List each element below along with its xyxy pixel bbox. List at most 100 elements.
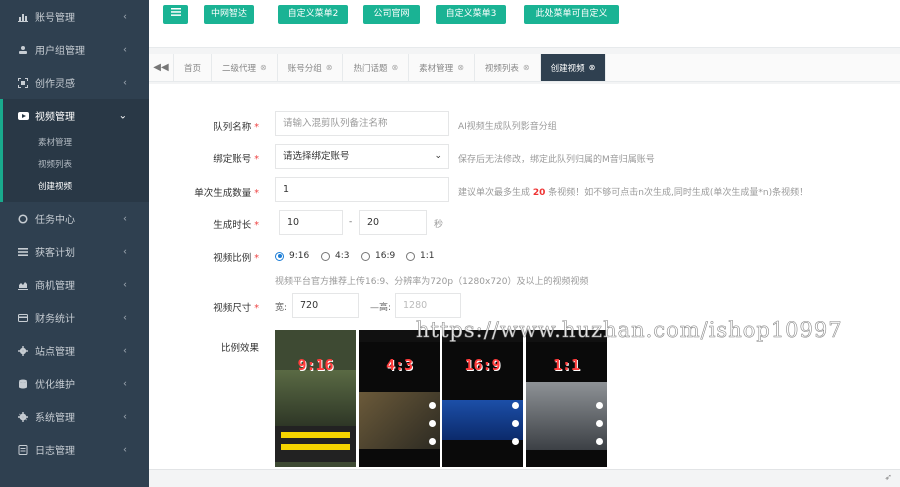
create-video-form: 队列名称 * 请输入混剪队列备注名称 AI视频生成队列影音分组 绑定账号 * 请选择… — [149, 84, 900, 469]
sidebar-item-sites[interactable]: 站点管理 ‹ — [0, 334, 149, 367]
tab-label: 账号分组 — [287, 63, 322, 74]
custom-menu-button-2[interactable]: 自定义菜单2 — [278, 5, 348, 24]
tab-hot-topics[interactable]: 热门话题 ⊗ — [343, 54, 410, 81]
sidebar-toggle-button[interactable] — [163, 5, 188, 24]
preview-ratio-text: 4:3 — [385, 356, 414, 374]
company-site-button[interactable]: 公司官网 — [363, 5, 420, 24]
chevron-left-icon: ‹ — [123, 345, 127, 356]
submenu-item-materials[interactable]: 素材管理 — [3, 132, 149, 154]
radio-checked-icon — [275, 251, 284, 261]
preview-label: 比例效果 — [220, 343, 259, 354]
users-icon — [17, 44, 29, 56]
sidebar-item-system[interactable]: 系统管理 ‹ — [0, 400, 149, 433]
sidebar-item-label: 创作灵感 — [35, 79, 75, 90]
video-icon — [17, 110, 29, 122]
radio-icon — [361, 251, 370, 261]
preview-9-16: 9:16 — [275, 330, 356, 467]
expand-icon — [17, 77, 29, 89]
close-icon[interactable]: ⊗ — [391, 63, 398, 72]
close-icon[interactable]: ⊗ — [457, 63, 464, 72]
sidebar-item-tasks[interactable]: 任务中心 ‹ — [0, 202, 149, 235]
batch-count-input[interactable]: 1 — [275, 177, 449, 202]
page-tabs: ◀◀ 首页 二级代理 ⊗ 账号分组 ⊗ 热门话题 ⊗ 素材管理 ⊗ 视频列表 ⊗ 创建视频… — [149, 54, 900, 82]
tab-create-video[interactable]: 创建视频 ⊗ — [540, 54, 607, 81]
rocket-icon[interactable]: ➶ — [884, 473, 892, 483]
sidebar-item-account[interactable]: 账号管理 ‹ — [0, 0, 149, 33]
height-label: —高: — [370, 303, 392, 313]
gear-icon — [17, 345, 29, 357]
sidebar-item-label: 日志管理 — [35, 446, 75, 457]
duration-min-input[interactable]: 10 — [279, 210, 343, 235]
sidebar-item-finance[interactable]: 财务统计 ‹ — [0, 301, 149, 334]
custom-menu-button-4[interactable]: 此处菜单可自定义 — [524, 5, 619, 24]
tabs-scroll-left-button[interactable]: ◀◀ — [149, 54, 174, 81]
log-icon — [17, 444, 29, 456]
sidebar-item-opportunities[interactable]: 商机管理 ‹ — [0, 268, 149, 301]
chevron-left-icon: ‹ — [123, 213, 127, 224]
sidebar-item-label: 用户组管理 — [35, 46, 85, 57]
submenu-item-video-list[interactable]: 视频列表 — [3, 154, 149, 176]
ratio-option-1-1[interactable]: 1:1 — [406, 251, 434, 261]
submenu-item-create-video[interactable]: 创建视频 — [3, 176, 149, 198]
top-navbar: 中网智达 自定义菜单2 公司官网 自定义菜单3 此处菜单可自定义 — [149, 0, 900, 48]
sidebar-item-user-groups[interactable]: 用户组管理 ‹ — [0, 33, 149, 66]
queue-name-label: 队列名称 * — [213, 122, 259, 133]
tab-label: 视频列表 — [484, 63, 519, 74]
close-icon[interactable]: ⊗ — [523, 63, 530, 72]
chevron-down-icon: ⌄ — [118, 110, 127, 121]
tab-label: 素材管理 — [419, 63, 454, 74]
ratio-option-16-9[interactable]: 16:9 — [361, 251, 395, 261]
area-chart-icon — [17, 279, 29, 291]
tab-label: 创建视频 — [550, 63, 585, 74]
chevron-left-icon: ‹ — [123, 411, 127, 422]
batch-count-hint: 建议单次最多生成 20 条视频！如不够可点击n次生成,同时生成(单次生成量*n)… — [458, 188, 809, 198]
sidebar-item-label: 任务中心 — [35, 215, 75, 226]
chevron-down-icon: ⌄ — [434, 151, 442, 161]
ratio-label: 视频比例 * — [213, 253, 259, 264]
tab-label: 首页 — [184, 63, 202, 74]
queue-name-input[interactable]: 请输入混剪队列备注名称 — [275, 111, 449, 136]
custom-menu-button-1[interactable]: 中网智达 — [204, 5, 254, 24]
ratio-option-9-16[interactable]: 9:16 — [275, 251, 309, 261]
video-submenu: 素材管理 视频列表 创建视频 — [0, 132, 149, 202]
ratio-hint: 视频平台官方推荐上传16:9、分辨率为720p（1280x720）及以上的视频视… — [275, 277, 589, 287]
sidebar-item-acquisition[interactable]: 获客计划 ‹ — [0, 235, 149, 268]
double-chevron-left-icon: ◀◀ — [153, 62, 169, 73]
sidebar-item-logs[interactable]: 日志管理 ‹ — [0, 433, 149, 466]
tab-video-list[interactable]: 视频列表 ⊗ — [475, 54, 541, 81]
duration-label: 生成时长 * — [213, 220, 259, 231]
preview-scene — [275, 370, 356, 430]
chevron-left-icon: ‹ — [123, 77, 127, 88]
sidebar-item-inspiration[interactable]: 创作灵感 ‹ — [0, 66, 149, 99]
hamburger-icon — [170, 8, 181, 19]
tab-account-groups[interactable]: 账号分组 ⊗ — [278, 54, 344, 81]
duration-separator: - — [349, 217, 353, 227]
preview-ratio-text: 16:9 — [464, 356, 501, 374]
radio-icon — [406, 251, 415, 261]
bind-account-label: 绑定账号 * — [213, 154, 259, 165]
tab-sub-agent[interactable]: 二级代理 ⊗ — [212, 54, 278, 81]
preview-scene — [526, 382, 607, 450]
queue-name-hint: AI视频生成队列影音分组 — [458, 122, 557, 132]
bar-chart-icon — [17, 11, 29, 23]
bind-account-select[interactable]: 请选择绑定账号 ⌄ — [275, 144, 449, 169]
duration-max-input[interactable]: 20 — [359, 210, 427, 235]
ratio-option-4-3[interactable]: 4:3 — [321, 251, 349, 261]
chevron-left-icon: ‹ — [123, 44, 127, 55]
close-icon[interactable]: ⊗ — [326, 63, 333, 72]
tab-materials[interactable]: 素材管理 ⊗ — [409, 54, 475, 81]
tab-home[interactable]: 首页 — [174, 54, 213, 81]
sidebar-item-label: 优化维护 — [35, 380, 75, 391]
height-input[interactable]: 1280 — [395, 293, 461, 318]
width-input[interactable]: 720 — [292, 293, 359, 318]
sidebar-item-maintenance[interactable]: 优化维护 ‹ — [0, 367, 149, 400]
custom-menu-button-3[interactable]: 自定义菜单3 — [436, 5, 506, 24]
database-icon — [17, 378, 29, 390]
close-icon[interactable]: ⊗ — [589, 63, 596, 72]
preview-ratio-text: 1:1 — [552, 356, 581, 374]
tab-label: 热门话题 — [353, 63, 388, 74]
sidebar-item-video[interactable]: 视频管理 ⌄ — [0, 99, 149, 132]
preview-ratio-text: 9:16 — [297, 356, 334, 374]
preview-status-bar — [359, 330, 440, 342]
close-icon[interactable]: ⊗ — [260, 63, 267, 72]
